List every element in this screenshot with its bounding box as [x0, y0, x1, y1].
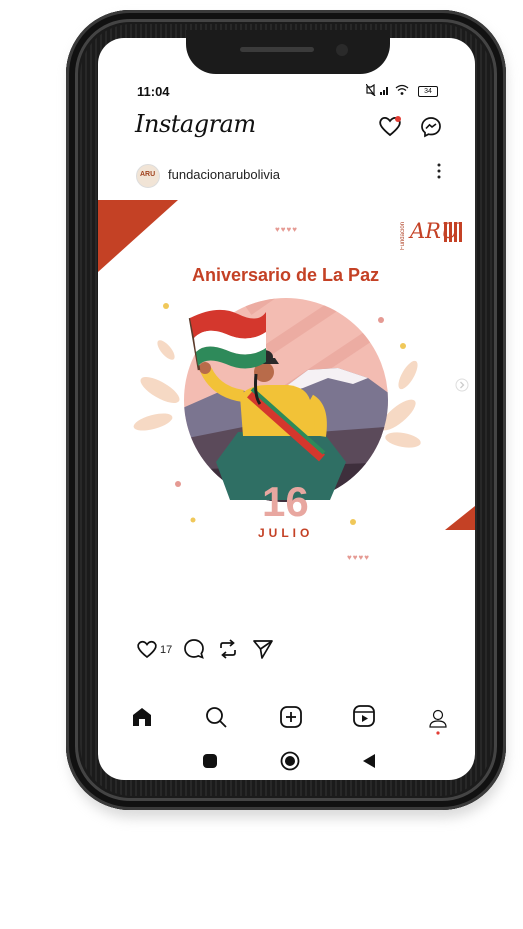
- phone-notch: [186, 30, 390, 74]
- home-icon[interactable]: [130, 705, 154, 734]
- phone-camera: [336, 44, 348, 56]
- date-month: JULIO: [258, 526, 314, 540]
- share-icon[interactable]: [252, 638, 274, 665]
- brand-word: Fundación: [400, 222, 406, 251]
- avatar[interactable]: ARU: [136, 164, 160, 188]
- mute-icon: [365, 83, 376, 97]
- status-icons: [365, 83, 414, 99]
- comment-icon[interactable]: [183, 638, 205, 665]
- hearts-ornament-top: ♥♥♥♥: [275, 225, 298, 234]
- like-icon[interactable]: [136, 639, 158, 664]
- post-username[interactable]: fundacionarubolivia: [168, 167, 280, 182]
- avatar-label: ARU: [140, 171, 156, 178]
- brand-stripes: [444, 222, 464, 247]
- back-icon[interactable]: [361, 753, 377, 774]
- corner-triangle-bottom: [445, 506, 475, 530]
- more-options-icon[interactable]: [436, 163, 442, 179]
- wifi-icon: [395, 84, 409, 95]
- home-nav-icon[interactable]: [280, 751, 300, 776]
- date-day: 16: [262, 478, 309, 525]
- phone-speaker: [240, 47, 314, 52]
- battery-icon: 34: [418, 86, 438, 97]
- post-title: Aniversario de La Paz: [192, 265, 380, 285]
- instagram-logo: Instagram: [135, 110, 256, 138]
- heart-icon[interactable]: [378, 115, 402, 142]
- reels-icon[interactable]: [352, 704, 376, 733]
- likes-count: 17: [160, 644, 173, 656]
- hearts-ornament-bottom: ♥♥♥♥: [347, 553, 370, 562]
- messenger-icon[interactable]: [420, 116, 442, 143]
- corner-triangle-top: [98, 200, 178, 272]
- search-icon[interactable]: [204, 705, 228, 734]
- create-icon[interactable]: [279, 705, 303, 734]
- status-time: 11:04: [137, 84, 170, 99]
- next-slide-icon[interactable]: [455, 378, 469, 397]
- recent-apps-icon[interactable]: [202, 753, 218, 774]
- repost-icon[interactable]: [217, 638, 239, 665]
- signal-icon: [380, 87, 388, 95]
- profile-icon[interactable]: [427, 708, 449, 741]
